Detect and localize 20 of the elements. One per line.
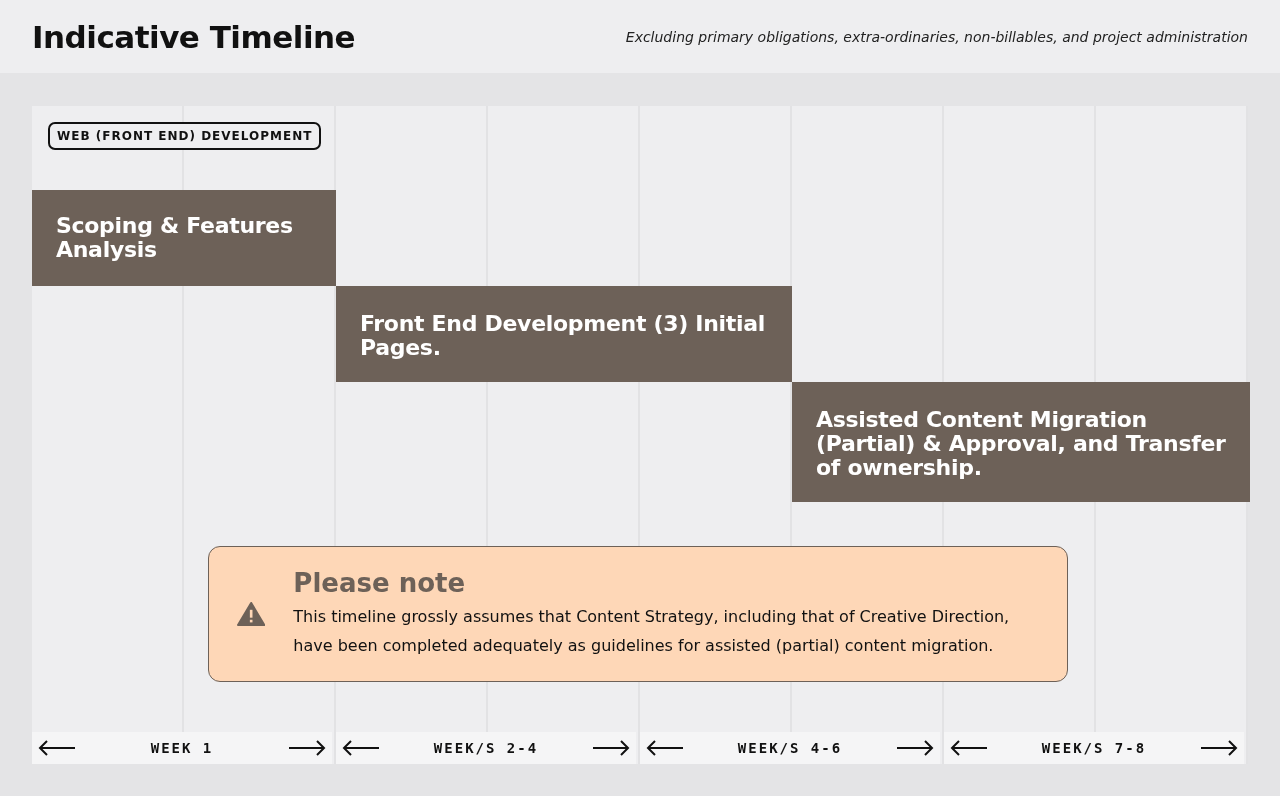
track-tag: WEB (FRONT END) DEVELOPMENT xyxy=(48,122,322,150)
right-arrow-icon xyxy=(1200,740,1238,756)
left-arrow-icon xyxy=(38,740,76,756)
left-arrow-icon xyxy=(342,740,380,756)
week-label: WEEK/S 4-6 xyxy=(737,740,843,756)
week-label: WEEK 1 xyxy=(150,740,214,756)
left-arrow-icon xyxy=(950,740,988,756)
subtitle: Excluding primary obligations, extra-ordinaries, non-billables, and project administration xyxy=(625,28,1248,45)
task-bar: Scoping & Features Analysis xyxy=(32,190,336,286)
task-bar: Front End Development (3) Initial Pages. xyxy=(336,286,792,382)
right-arrow-icon xyxy=(288,740,326,756)
week-label: WEEK/S 2-4 xyxy=(433,740,539,756)
note-text: This timeline grossly assumes that Content Strategy, including that of Creative Direction, have been completed adequately as guidelines for assisted (partial) content migration. xyxy=(293,606,1011,657)
right-arrow-icon xyxy=(896,740,934,756)
task-bar: Assisted Content Migration (Partial) & Approval, and Transfer of ownership. xyxy=(792,382,1250,502)
week-label: WEEK/S 7-8 xyxy=(1041,740,1147,756)
note-title: Please note xyxy=(293,568,467,598)
right-arrow-icon xyxy=(592,740,630,756)
page-title: Indicative Timeline xyxy=(32,18,356,55)
left-arrow-icon xyxy=(646,740,684,756)
